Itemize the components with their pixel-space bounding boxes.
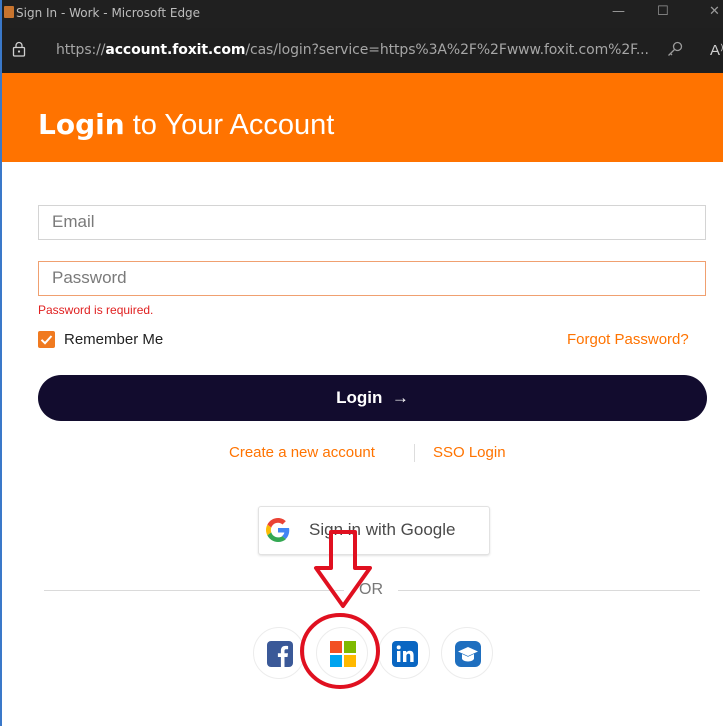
microsoft-login-button[interactable] — [316, 627, 368, 679]
sso-login-link[interactable]: SSO Login — [433, 444, 506, 461]
password-field[interactable]: Password — [38, 261, 706, 296]
education-login-button[interactable] — [441, 627, 493, 679]
page-title: Login to Your Account — [38, 108, 335, 141]
google-signin-label: Sign in with Google — [309, 520, 456, 539]
linkedin-login-button[interactable] — [378, 627, 430, 679]
facebook-login-button[interactable] — [253, 627, 305, 679]
window-title: Sign In - Work - Microsoft Edge — [16, 6, 201, 20]
title-bar: Sign In - Work - Microsoft Edge — ☐ ✕ — [2, 0, 723, 28]
facebook-icon — [267, 641, 293, 667]
link-divider — [414, 444, 415, 462]
maximize-button[interactable]: ☐ — [657, 4, 669, 19]
close-button[interactable]: ✕ — [709, 4, 720, 19]
app-icon — [4, 6, 14, 18]
google-icon — [266, 518, 290, 547]
divider-right — [398, 590, 700, 591]
read-aloud-icon[interactable]: A⁾ — [710, 41, 723, 59]
url-text[interactable]: https://account.foxit.com/cas/login?serv… — [56, 42, 649, 58]
page-header: Login to Your Account — [2, 73, 723, 162]
google-signin-button[interactable]: Sign in with Google — [258, 506, 490, 555]
microsoft-icon — [330, 641, 356, 667]
arrow-right-icon: → — [391, 388, 409, 407]
remember-me-label: Remember Me — [64, 331, 164, 348]
browser-window: Sign In - Work - Microsoft Edge — ☐ ✕ ht… — [0, 0, 723, 726]
lock-icon[interactable] — [12, 41, 26, 62]
divider-left — [44, 590, 344, 591]
email-field[interactable]: Email — [38, 205, 706, 240]
forgot-password-link[interactable]: Forgot Password? — [567, 331, 689, 348]
checkmark-icon — [40, 335, 53, 345]
education-icon — [455, 641, 481, 667]
address-bar[interactable]: https://account.foxit.com/cas/login?serv… — [2, 28, 723, 73]
login-button-label: Login — [336, 388, 383, 407]
key-icon[interactable] — [666, 40, 684, 63]
login-button[interactable]: Login → — [38, 375, 707, 421]
password-error-message: Password is required. — [38, 303, 154, 317]
or-label: OR — [359, 581, 383, 598]
remember-me-checkbox[interactable] — [38, 331, 55, 348]
create-account-link[interactable]: Create a new account — [229, 444, 375, 461]
minimize-button[interactable]: — — [612, 4, 625, 19]
linkedin-icon — [392, 641, 418, 667]
